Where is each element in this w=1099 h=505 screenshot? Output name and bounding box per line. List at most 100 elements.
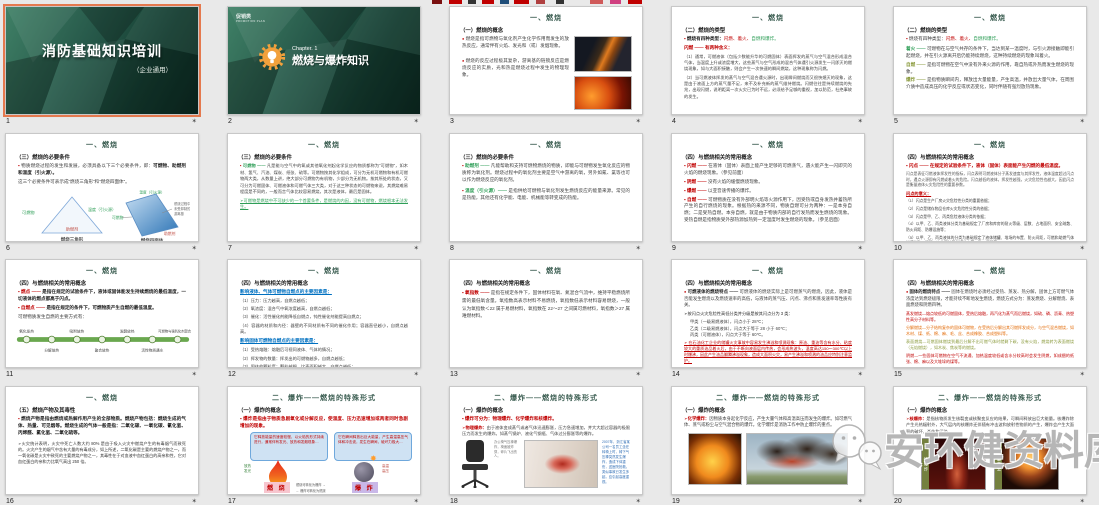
slide-subtitle: （二）燃烧的类型 — [682, 26, 854, 34]
definition: 没有火焰的缓慢燃烧现象。 — [708, 179, 763, 184]
label-high-pressure: 高压 — [382, 469, 389, 474]
explosion-categories: 爆炸可分为：物理爆炸、化学爆炸和核爆炸。 — [462, 416, 630, 423]
meaning-item: （2）闪点是储存物品仓库火灾危险性分类的依据； — [906, 207, 1074, 213]
slide-title: 二、爆炸——燃烧的特殊形式 — [456, 393, 636, 403]
slide-17-number: 17 — [228, 498, 236, 505]
fireball-explosion-photo — [688, 433, 742, 485]
office-chair-photo — [460, 440, 490, 488]
autoignition-lead: 可燃物质发生自燃的主要方式有： — [18, 314, 186, 321]
slide-16-thumbnail[interactable]: 一、燃烧 （五）燃烧产物及其毒性 燃烧产物是指由燃烧或热解作用产生的全部物质。燃… — [5, 386, 199, 495]
slide-15-number: 15 — [894, 371, 902, 378]
mushroom-cloud-photo — [1002, 439, 1058, 489]
conditions-text: 物质燃烧过程的发生和发展，必须具备以下三个必要条件，即： — [21, 163, 153, 168]
slide-title: 一、燃烧 — [12, 140, 192, 150]
slide-subtitle: （三）燃烧的必要条件 — [16, 153, 188, 161]
slide-5-thumbnail[interactable]: 一、燃烧 （二）燃烧的类型 燃烧有四种类型：闪燃、着火、自燃和爆炸。 着火 ——… — [893, 6, 1087, 115]
meaning-item: （5）以甲、乙、丙类液体的分类为基础规定了液体储罐、堆场的布置、防火间距，可燃和… — [906, 236, 1074, 242]
slide-17-thumbnail[interactable]: 二、爆炸——燃烧的特殊形式 （一）爆炸的概念 爆炸是指由于物质急剧氧化或分解反应… — [227, 386, 421, 495]
slide-6-thumbnail[interactable]: 一、燃烧 （三）燃烧的必要条件 物质燃烧过程的发生和发展，必须具备以下三个必要条… — [5, 133, 199, 242]
transition-star-icon: ✶ — [1080, 370, 1085, 378]
def-combustible: 凡是能与空气中的氧或其他氧化剂起化学反应的物质都称为“可燃物”，如木材、氢气、汽… — [240, 163, 408, 194]
term: 爆燃 —— — [687, 188, 707, 193]
template-logo-text: 促销类 — [236, 13, 265, 20]
slide-3-thumbnail[interactable]: 一、燃烧 （一）燃烧的概念 燃烧是指可燃物与氧化剂产生化学作用而发生的放热反应，… — [449, 6, 643, 115]
def-chemical-explosion: 因物质本身起化学反应，产生大量气体和高温高压而发生的爆炸。如可燃气体、蒸气或粉尘… — [684, 416, 852, 427]
term: 阴燃 —— — [687, 179, 707, 184]
transition-star-icon: ✶ — [414, 117, 419, 125]
definition: 可燃物质在没有外部明火焰等火源作用下，因受热或自身发热并蓄热所产生的自行燃烧的现… — [684, 197, 852, 223]
def-autoignition: 是指在规定的条件下，可燃物质产生自燃的最低温度。 — [46, 305, 156, 310]
fire-triangle-diagram: 可燃物 温度（引火源） 助燃剂 燃烧三角形 温度（引火源） 可燃物 助燃剂 燃烧… — [14, 189, 190, 242]
transition-star-icon: ✶ — [414, 244, 419, 252]
transition-star-icon: ✶ — [414, 370, 419, 378]
slide-12-thumbnail[interactable]: 一、燃烧 （四）与燃烧相关的常用概念 影响液体、气体可燃物自燃点的主要因素是： … — [227, 259, 421, 368]
term-oxygen-index: 氧指数 —— — [465, 290, 489, 295]
slide-subtitle: （四）与燃烧相关的常用概念 — [682, 279, 854, 287]
slide-19-number: 19 — [672, 498, 680, 505]
slide-title: 一、燃烧 — [900, 140, 1080, 150]
slide-subtitle: （四）与燃烧相关的常用概念 — [16, 279, 188, 287]
slide-1-thumbnail[interactable]: 消防基础知识培训 （企业通用） — [5, 6, 199, 115]
term-chemical-explosion: ➢化学爆炸： — [684, 416, 709, 421]
slide-subtitle: （三）燃烧的必要条件 — [460, 153, 632, 161]
slide-title: 一、燃烧 — [12, 393, 192, 403]
slide-subtitle: （一）燃烧的概念 — [460, 26, 632, 34]
slide-16-number: 16 — [6, 498, 14, 505]
slide-8-thumbnail[interactable]: 一、燃烧 （三）燃烧的必要条件 助燃剂 —— 凡能帮助和支持可燃物燃烧的物质，即… — [449, 133, 643, 242]
timeline-label: 发酵放热 — [120, 328, 135, 333]
slide-subtitle: （三）燃烧的必要条件 — [238, 153, 410, 161]
transition-star-icon: ✶ — [858, 370, 863, 378]
slide-7-thumbnail[interactable]: 一、燃烧 （三）燃烧的必要条件 可燃物 —— 凡是能与空气中的氧或其他氧化剂起化… — [227, 133, 421, 242]
slide-15-thumbnail[interactable]: 一、燃烧 （四）与燃烧相关的常用概念 固体的燃烧特点 —— 固体在燃烧时必须经过… — [893, 259, 1087, 368]
deck-subtitle: （企业通用） — [133, 64, 172, 74]
class-c: 丙类（可燃液体），闪点大于等于 60℃。 — [690, 332, 852, 338]
speech-bubble-burning: 它释放能量的速度较慢，以火焰的形式持续进行，通常伴有发光、放热和发烟现象… — [250, 432, 328, 461]
factor-item: （4）容器的材质和内径：器壁的不同材质有不同的催化作用；容器直径越小，自燃点越高… — [240, 323, 408, 336]
transition-star-icon: ✶ — [1080, 497, 1085, 505]
term-ignition: 着火 —— — [906, 46, 926, 51]
flash-def-1: （1）通常，可燃液体（包括少数能升华的可燃固体）表面挥发的蒸气与空气混合形成混合… — [684, 54, 852, 73]
transition-star-icon: ✶ — [192, 117, 197, 125]
slide-14-thumbnail[interactable]: 一、燃烧 （四）与燃烧相关的常用概念 可燃液体的燃烧特点 —— 可燃液体的燃烧实… — [671, 259, 865, 368]
photo-burning-embers — [574, 76, 632, 110]
flash-def-2: （2）当可燃液体挥发的蒸气与空气混合遇火源时，出现瞬间燃烧而又很快熄灭的现象，这… — [684, 75, 852, 100]
slide-19-thumbnail[interactable]: 二、爆炸——燃烧的特殊形式 （一）爆炸的概念 ➢化学爆炸：因物质本身起化学反应，… — [671, 386, 865, 495]
slide-4-thumbnail[interactable]: 一、燃烧 （二）燃烧的类型 燃烧有四种类型：闪燃、着火、自燃和爆炸。 闪燃 ——… — [671, 6, 865, 115]
def-ignition: 可燃物在与空气共存的条件下，当达到某一温度时，与引火源接触即能引起燃烧，并在引火… — [906, 46, 1074, 58]
triangle-note: 这三个必要条件可表示成“燃烧三角形”和“燃烧四面体”。 — [18, 179, 186, 186]
slide-2-number: 2 — [228, 118, 232, 125]
slide-subtitle: （一）爆炸的概念 — [460, 406, 632, 414]
slide-2-thumbnail[interactable]: 促销类 PROMOTION PLAN Chapter. 1 燃烧与爆炸知识 — [227, 6, 421, 115]
factor-item: （1）压力：压力越高，自燃点越低； — [240, 298, 408, 304]
slide-12-number: 12 — [228, 371, 236, 378]
surface-burning: 表面燃烧—可燃固体燃烧到最后分解不出可燃气体时就剩下碳，没有火焰，燃烧转为表面燃… — [906, 339, 1074, 351]
slide-subtitle: （四）与燃烧相关的常用概念 — [682, 153, 854, 161]
slide-title: 一、燃烧 — [234, 266, 414, 276]
slide-subtitle: （五）燃烧产物及其毒性 — [16, 406, 188, 414]
term-combustible: 可燃物 —— — [243, 163, 266, 168]
slide-13-thumbnail[interactable]: 一、燃烧 （四）与燃烧相关的常用概念 氧指数 —— 是指在规定条件下，固体材料在… — [449, 259, 643, 368]
slide-20-thumbnail[interactable]: 二、爆炸——燃烧的特殊形式 （一）爆炸的概念 ➢核爆炸：是指核物质发生核裂变或核… — [893, 386, 1087, 495]
factor-item: （2）氧浓度：混合气中氧浓度越高，自燃点越低； — [240, 306, 408, 312]
label-burning: 燃 烧 — [264, 482, 290, 493]
slide-10-thumbnail[interactable]: 一、燃烧 （四）与燃烧相关的常用概念 闪点 —— 在规定的试验条件下，液体（固体… — [893, 133, 1087, 242]
slide-18-thumbnail[interactable]: 二、爆炸——燃烧的特殊形式 （一）爆炸的概念 爆炸可分为：物理爆炸、化学爆炸和核… — [449, 386, 643, 495]
case-text: 2007年，浙江省某公司一名员工坐在转椅上时，椅下气压棒突然发生爆炸，造成下体重… — [602, 440, 632, 484]
def-firepoint: 是指在规定的试验条件下，液体或固体能发生持续燃烧的最低温度，一切液体的燃点都高于… — [18, 289, 186, 301]
smoke-cloud-explosion-photo — [746, 433, 848, 485]
slide-subtitle: （四）与燃烧相关的常用概念 — [238, 279, 410, 287]
transition-star-icon: ✶ — [636, 497, 641, 505]
tetra-label-heat: 温度（引火源） — [139, 189, 164, 194]
slide-3-number: 3 — [450, 118, 454, 125]
type-keywords-red: 闪燃、着火、 — [724, 36, 752, 41]
slide-subtitle: （二）燃烧的类型 — [904, 26, 1076, 34]
term-spontaneous: 自燃 —— — [906, 62, 926, 67]
slide-9-thumbnail[interactable]: 一、燃烧 （四）与燃烧相关的常用概念 闪燃 —— 在液体（固体）表面上能产生足够… — [671, 133, 865, 242]
transition-star-icon: ✶ — [858, 244, 863, 252]
photo-caption-strip: 核爆炸 — [922, 439, 929, 489]
timeline-label: 氧化发热 — [19, 328, 34, 333]
slide-11-thumbnail[interactable]: 一、燃烧 （四）与燃烧相关的常用概念 燃点 —— 是指在规定的试验条件下，液体或… — [5, 259, 199, 368]
slide-7-number: 7 — [228, 245, 232, 252]
slide-title: 一、燃烧 — [678, 13, 858, 23]
term: 闪燃 —— — [687, 163, 707, 168]
